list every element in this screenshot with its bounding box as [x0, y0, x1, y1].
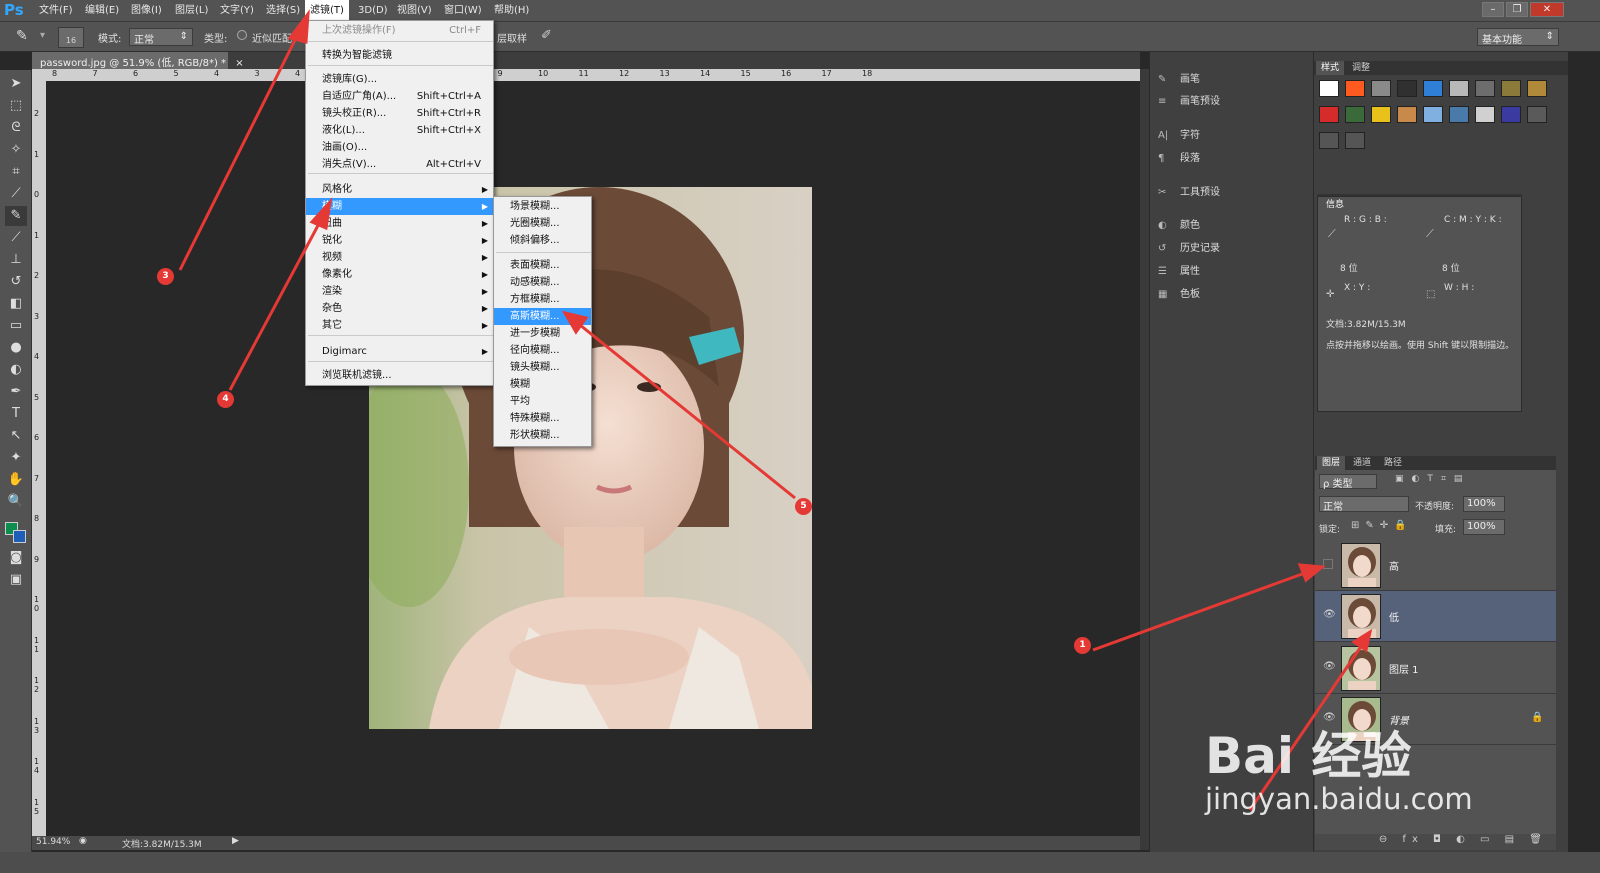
- annotation-arrow-4: [228, 217, 324, 391]
- annotation-arrow-3: [178, 29, 302, 271]
- annotation-arrowhead-2: [1351, 628, 1373, 653]
- baidu-watermark-logo: Bai 经验: [1205, 727, 1412, 785]
- baidu-watermark-url: jingyan.baidu.com: [1205, 782, 1473, 816]
- annotation-arrow-1: [1092, 571, 1306, 652]
- annotation-badge-1: 1: [1074, 637, 1091, 654]
- annotation-badge-4: 4: [217, 391, 234, 408]
- annotation-arrowhead-4: [309, 197, 333, 231]
- annotation-badge-3: 3: [157, 268, 174, 285]
- annotation-arrowhead-3: [287, 9, 310, 44]
- taskbar: [0, 852, 1600, 873]
- annotation-badge-5: 5: [795, 498, 812, 515]
- annotation-arrow-5: [579, 323, 796, 500]
- annotation-arrowhead-1: [1297, 563, 1326, 583]
